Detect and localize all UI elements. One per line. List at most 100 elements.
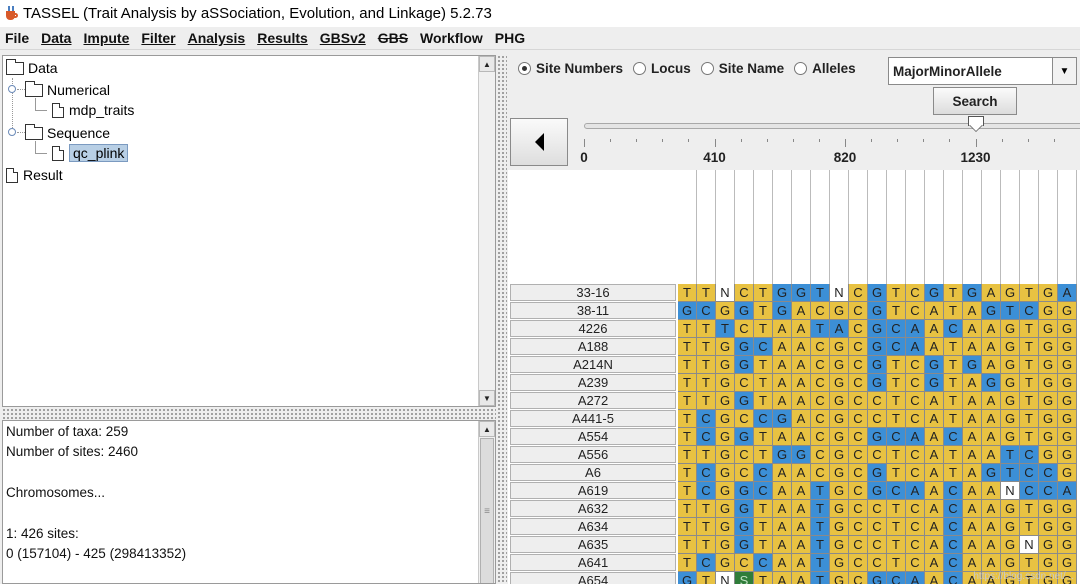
genotype-cell[interactable]: G (982, 374, 1001, 392)
genotype-cell[interactable]: A (982, 500, 1001, 518)
genotype-cell[interactable]: G (716, 392, 735, 410)
genotype-cell[interactable]: T (944, 338, 963, 356)
genotype-cell[interactable]: T (887, 464, 906, 482)
genotype-cell[interactable]: T (1020, 392, 1039, 410)
menu-data[interactable]: Data (41, 30, 71, 46)
genotype-cell[interactable]: A (963, 482, 982, 500)
genotype-cell[interactable]: G (868, 428, 887, 446)
genotype-cell[interactable]: C (906, 500, 925, 518)
genotype-cell[interactable]: A (982, 320, 1001, 338)
genotype-cell[interactable]: T (754, 284, 773, 302)
genotype-cell[interactable]: C (944, 482, 963, 500)
genotype-cell[interactable]: A (925, 320, 944, 338)
genotype-cell[interactable]: G (868, 356, 887, 374)
genotype-cell[interactable]: C (868, 554, 887, 572)
genotype-cell[interactable]: T (754, 302, 773, 320)
site-column-header[interactable]: 1231: 226884613 (1058, 170, 1077, 288)
genotype-cell[interactable]: T (678, 518, 697, 536)
tree-node-qc-plink[interactable]: qc_plink (52, 143, 129, 163)
genotype-cell[interactable]: A (773, 518, 792, 536)
tree-scrollbar[interactable]: ▲ ▼ (478, 56, 495, 406)
genotype-cell[interactable]: G (1039, 284, 1058, 302)
genotype-cell[interactable]: A (906, 338, 925, 356)
genotype-cell[interactable]: A (925, 338, 944, 356)
genotype-cell[interactable]: G (868, 374, 887, 392)
genotype-cell[interactable]: A (963, 392, 982, 410)
genotype-cell[interactable]: T (1020, 554, 1039, 572)
genotype-cell[interactable]: A (963, 320, 982, 338)
genotype-cell[interactable]: G (830, 302, 849, 320)
genotype-cell[interactable]: T (678, 446, 697, 464)
genotype-cell[interactable]: A (792, 518, 811, 536)
site-column-header[interactable]: 1228: 225206525 (1001, 170, 1020, 288)
tree-node-sequence[interactable]: Sequence (25, 123, 110, 143)
genotype-cell[interactable]: C (906, 392, 925, 410)
genotype-cell[interactable]: A (830, 320, 849, 338)
genotype-cell[interactable]: G (1058, 392, 1077, 410)
genotype-cell[interactable]: G (1058, 446, 1077, 464)
genotype-cell[interactable]: C (849, 554, 868, 572)
taxon-row-header[interactable]: A188 (510, 338, 676, 355)
genotype-cell[interactable]: A (982, 356, 1001, 374)
site-column-header[interactable]: 1222: 222233032 (887, 170, 906, 288)
genotype-cell[interactable]: G (1001, 500, 1020, 518)
genotype-cell[interactable]: A (792, 410, 811, 428)
genotype-cell[interactable]: C (735, 320, 754, 338)
genotype-cell[interactable]: A (925, 518, 944, 536)
genotype-cell[interactable]: T (697, 374, 716, 392)
genotype-cell[interactable]: C (906, 518, 925, 536)
genotype-cell[interactable]: T (697, 356, 716, 374)
genotype-cell[interactable]: C (735, 446, 754, 464)
taxon-row-header[interactable]: A619 (510, 482, 676, 499)
tree-toggle-icon[interactable] (8, 85, 16, 93)
genotype-cell[interactable]: A (982, 482, 1001, 500)
genotype-cell[interactable]: G (773, 284, 792, 302)
genotype-cell[interactable]: T (1020, 284, 1039, 302)
genotype-cell[interactable]: C (868, 446, 887, 464)
radio-circle-icon[interactable] (518, 62, 531, 75)
genotype-cell[interactable]: A (773, 482, 792, 500)
taxon-row-header[interactable]: 4226 (510, 320, 676, 337)
genotype-cell[interactable]: G (1001, 320, 1020, 338)
genotype-cell[interactable]: A (982, 536, 1001, 554)
genotype-cell[interactable]: C (944, 572, 963, 584)
genotype-cell[interactable]: A (792, 356, 811, 374)
genotype-cell[interactable]: C (868, 500, 887, 518)
scroll-up-icon[interactable]: ▲ (479, 421, 495, 437)
genotype-cell[interactable]: C (811, 302, 830, 320)
genotype-cell[interactable]: C (735, 464, 754, 482)
genotype-cell[interactable]: T (754, 374, 773, 392)
genotype-cell[interactable]: C (849, 464, 868, 482)
genotype-cell[interactable]: C (868, 392, 887, 410)
genotype-cell[interactable]: T (944, 356, 963, 374)
genotype-cell[interactable]: G (1039, 392, 1058, 410)
genotype-cell[interactable]: G (1058, 356, 1077, 374)
menu-workflow[interactable]: Workflow (420, 30, 483, 46)
genotype-cell[interactable]: T (1020, 410, 1039, 428)
genotype-cell[interactable]: C (887, 572, 906, 584)
genotype-cell[interactable]: T (811, 320, 830, 338)
genotype-cell[interactable]: C (849, 374, 868, 392)
genotype-cell[interactable]: C (849, 446, 868, 464)
taxon-row-header[interactable]: A239 (510, 374, 676, 391)
genotype-cell[interactable]: G (830, 518, 849, 536)
genotype-cell[interactable]: C (906, 554, 925, 572)
genotype-cell[interactable]: G (982, 302, 1001, 320)
site-slider-track[interactable] (584, 123, 1080, 129)
genotype-cell[interactable]: C (849, 572, 868, 584)
menu-gbsv2[interactable]: GBSv2 (320, 30, 366, 46)
genotype-cell[interactable]: A (963, 410, 982, 428)
genotype-cell[interactable]: A (963, 302, 982, 320)
site-column-header[interactable]: 1211: 212497348 (678, 170, 697, 288)
taxon-row-header[interactable]: A441-5 (510, 410, 676, 427)
genotype-cell[interactable]: T (754, 518, 773, 536)
genotype-cell[interactable]: G (1058, 374, 1077, 392)
taxon-row-header[interactable]: A641 (510, 554, 676, 571)
genotype-cell[interactable]: C (811, 338, 830, 356)
genotype-cell[interactable]: C (754, 464, 773, 482)
genotype-cell[interactable]: T (887, 446, 906, 464)
genotype-cell[interactable]: C (944, 518, 963, 536)
genotype-cell[interactable]: T (887, 410, 906, 428)
genotype-cell[interactable]: A (792, 392, 811, 410)
radio-locus[interactable]: Locus (633, 61, 691, 76)
